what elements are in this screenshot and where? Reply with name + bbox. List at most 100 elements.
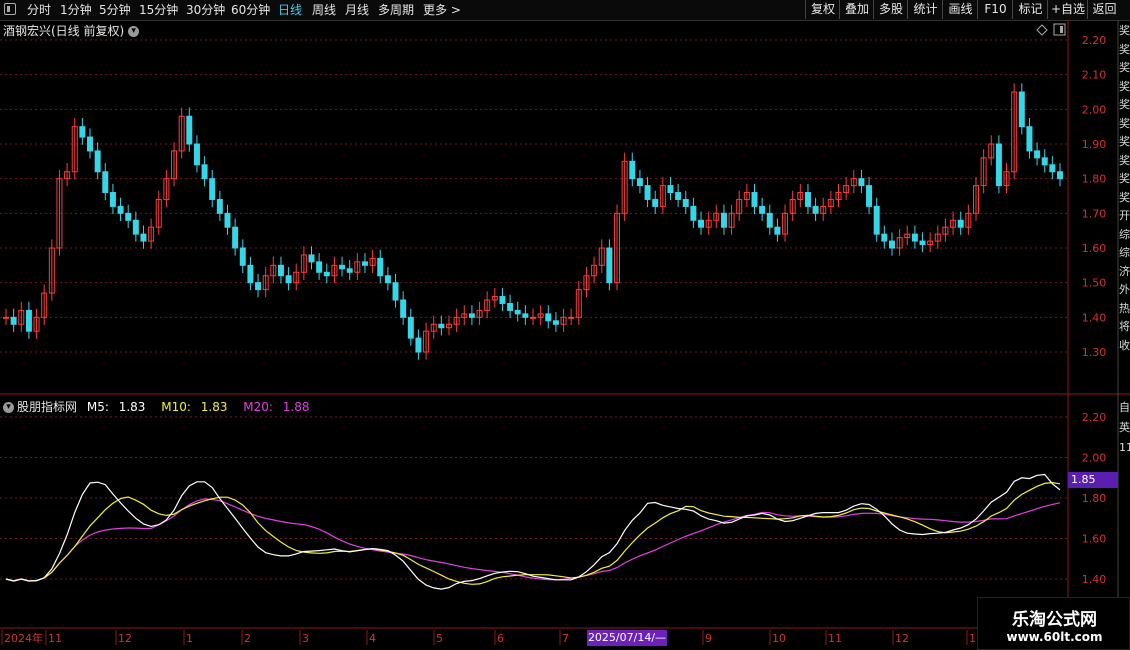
main-y-tick-label: 2.00 <box>1082 103 1107 116</box>
main-y-tick-label: 1.40 <box>1082 311 1107 324</box>
candle-body <box>3 316 9 319</box>
candle-body <box>209 178 216 200</box>
diamond-icon[interactable] <box>1036 24 1048 36</box>
candle-body <box>690 205 697 221</box>
candle-body <box>224 212 231 228</box>
candle-body <box>682 198 689 207</box>
candle-body <box>201 164 208 180</box>
candle-body <box>644 185 651 200</box>
candle-body <box>675 192 682 200</box>
indicator-y-tick-label: 2.00 <box>1082 452 1107 465</box>
x-tick-label: 1 <box>969 632 976 645</box>
candle-body <box>1057 171 1063 180</box>
x-tick-label: 1 <box>186 632 193 645</box>
m10-label: M10: <box>161 400 191 414</box>
candle-body <box>636 178 643 187</box>
candle-body <box>384 275 391 284</box>
candle-body <box>109 192 116 207</box>
candle-body <box>186 115 193 145</box>
candle-body <box>407 316 414 339</box>
candle-body <box>415 337 422 353</box>
moving-average-lines <box>5 473 1061 590</box>
candle-body <box>1026 126 1033 152</box>
m5-line <box>5 473 1061 590</box>
x-tick-label: 9 <box>705 632 712 645</box>
m20-value: 1.88 <box>282 400 310 414</box>
x-tick-label: 4 <box>369 632 376 645</box>
x-tick-label: 10 <box>772 632 786 645</box>
main-y-tick-label: 1.50 <box>1082 277 1107 290</box>
m20-label: M20: <box>243 400 273 414</box>
candle-body <box>87 136 94 152</box>
candle-body <box>759 205 766 214</box>
candle-body <box>377 257 384 277</box>
candle-body <box>858 178 865 187</box>
candle-body <box>132 219 139 235</box>
candle-body <box>1041 157 1048 166</box>
x-tick-label: 12 <box>118 632 132 645</box>
candle-body <box>812 205 819 214</box>
candle-body <box>117 205 124 214</box>
x-tick-label: 3 <box>302 632 309 645</box>
x-tick-label: 7 <box>562 632 569 645</box>
candle-body <box>392 282 399 301</box>
candle-body <box>957 219 964 228</box>
candle-body <box>1034 150 1041 159</box>
main-grid <box>0 39 1068 353</box>
candle-body <box>888 240 895 249</box>
indicator-y-tick-label: 1.60 <box>1082 533 1107 546</box>
candle-body <box>323 271 330 277</box>
candle-body <box>1049 164 1056 173</box>
candle-body <box>568 316 575 319</box>
m10-value: 1.83 <box>200 400 228 414</box>
watermark-title: 乐淘公式网 <box>1012 610 1097 630</box>
indicator-name: 股朋指标网 <box>17 400 78 414</box>
candle-body <box>530 316 536 319</box>
candle-body <box>438 323 445 329</box>
candle-body <box>507 302 514 311</box>
m5-value: 1.83 <box>118 400 146 414</box>
cursor-date-badge: 2025/07/14/— <box>587 630 667 646</box>
candle-body <box>193 143 200 166</box>
candle-body <box>881 233 888 242</box>
candle-body <box>995 143 1002 187</box>
candle-body <box>255 282 262 291</box>
main-y-tick-label: 2.20 <box>1082 34 1107 47</box>
x-tick-label: 6 <box>497 632 504 645</box>
candle-body <box>1018 91 1025 128</box>
chevron-down-icon[interactable]: ▾ <box>3 402 14 413</box>
candle-body <box>308 254 315 263</box>
side-info-strip-2: 自英1111111 <box>1119 401 1130 454</box>
candle-body <box>125 212 132 221</box>
candle-body <box>339 264 346 270</box>
m20-line <box>5 498 1061 582</box>
chart-canvas: 2.20 2.10 2.00 1.90 1.80 1.70 1.60 1.50 1.40 1.30… <box>0 20 1130 650</box>
x-tick-label: 2 <box>244 632 251 645</box>
watermark-url: www.60lt.com <box>1006 630 1103 644</box>
m20-readout: M20: 1.88 <box>243 400 315 414</box>
candle-body <box>545 313 552 322</box>
candle-body <box>499 296 506 304</box>
candle-body <box>247 264 254 284</box>
x-axis: 2024年 11 12 1 2 3 4 5 6 7 9 10 11 12 1 <box>1 630 976 645</box>
candle-body <box>552 320 559 325</box>
indicator-y-axis: 2.20 2.00 1.80 1.60 1.40 <box>1082 411 1107 586</box>
candle-body <box>346 268 353 273</box>
main-y-tick-label: 1.70 <box>1082 207 1107 220</box>
m10-readout: M10: 1.83 <box>161 400 233 414</box>
indicator-grid <box>0 416 1068 580</box>
main-y-axis: 2.20 2.10 2.00 1.90 1.80 1.70 1.60 1.50 1.40 1.30 <box>1082 34 1107 359</box>
m5-label: M5: <box>86 400 109 414</box>
candle-body <box>361 261 368 266</box>
candle-body <box>774 226 781 235</box>
x-tick-label: 2024年 <box>4 631 43 645</box>
candle-body <box>239 247 246 266</box>
main-y-tick-label: 1.30 <box>1082 346 1107 359</box>
candle-body <box>751 192 758 207</box>
candle-body <box>285 275 292 284</box>
main-y-tick-label: 1.80 <box>1082 173 1107 186</box>
layout-icon[interactable] <box>1053 23 1066 36</box>
candle-body <box>522 313 529 318</box>
x-tick-label: 12 <box>895 632 909 645</box>
indicator-y-tick-label: 1.80 <box>1082 492 1107 505</box>
